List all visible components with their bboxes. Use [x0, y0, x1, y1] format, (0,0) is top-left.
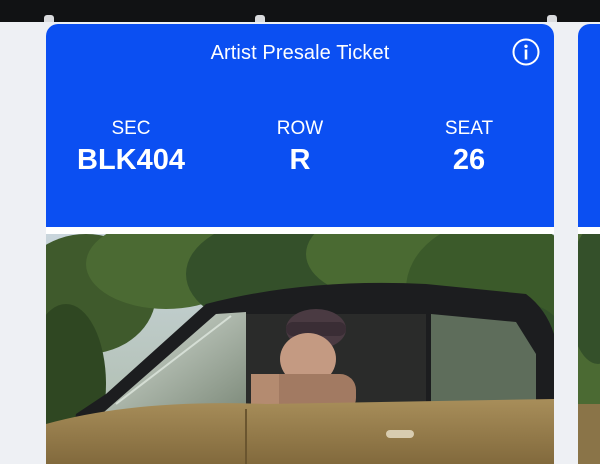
status-bar	[0, 0, 600, 22]
next-ticket-photo	[578, 224, 600, 464]
section-value: BLK404	[77, 144, 185, 176]
event-photo	[46, 209, 554, 464]
seat-label: SEAT	[444, 118, 494, 139]
section-label: SEC	[111, 118, 151, 139]
cut-off-glyph	[255, 15, 265, 22]
ticket-card[interactable]: Artist Presale Ticket SEC BLK404 ROW R S…	[46, 24, 554, 464]
seat-value: 26	[452, 144, 486, 176]
row-label: ROW	[276, 118, 324, 139]
ticket-title: Artist Presale Ticket	[210, 42, 390, 64]
row-info: ROW R	[230, 118, 370, 176]
section-info: SEC BLK404	[61, 118, 201, 176]
next-ticket-card[interactable]	[578, 24, 600, 464]
info-icon[interactable]	[512, 38, 540, 66]
cut-off-glyph	[547, 15, 557, 22]
cut-off-glyph	[44, 15, 54, 22]
ticket-header: Artist Presale Ticket SEC BLK404 ROW R S…	[46, 24, 554, 227]
row-value: R	[289, 144, 311, 176]
next-ticket-header	[578, 24, 600, 227]
seat-info: SEAT 26	[399, 118, 539, 176]
